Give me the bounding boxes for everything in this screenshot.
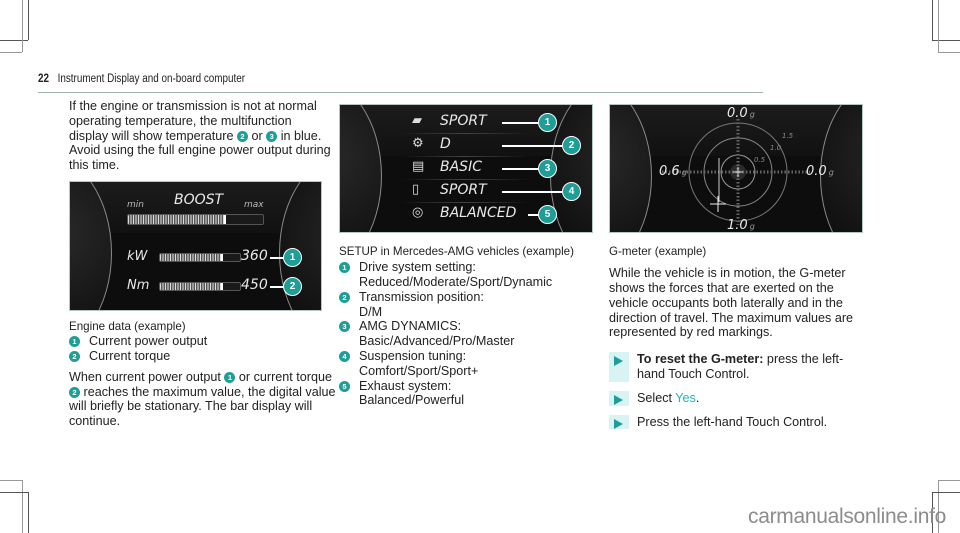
row-separator (400, 202, 530, 203)
callout-1: 1 (538, 113, 557, 132)
crop-mark (0, 40, 28, 41)
callout-3: 3 (538, 159, 557, 178)
instruction-step: Press the left-hand Touch Control. (609, 414, 871, 430)
setup-screen: ▰ SPORT 1 ⚙ D 2 ▤ BASIC 3 ▯ SPORT 4 ◎ BALANCED 5 (339, 104, 593, 233)
g-ring-label-05: 0.5 (754, 156, 766, 164)
power-value: 360 (241, 248, 268, 264)
crop-mark (932, 0, 933, 40)
crop-mark (22, 480, 23, 533)
power-bar (159, 253, 241, 262)
setup-text: SETUP in Mercedes-AMG vehicles (example)… (339, 245, 601, 408)
body-paragraph: While the vehicle is in motion, the G-me… (609, 266, 854, 340)
legend-item: 1 Drive system setting: Reduced/Moderate/S… (339, 260, 601, 290)
crop-mark (938, 52, 960, 53)
setup-value: BASIC (440, 159, 482, 175)
torque-bar-fill (160, 283, 223, 290)
g-bottom-value: 1.0 g (727, 218, 755, 233)
g-ring-label-10: 1.0 (770, 144, 782, 152)
exhaust-icon: ◎ (412, 205, 424, 220)
callout-1: 1 (283, 248, 302, 267)
callout-2: 2 (562, 136, 581, 155)
crop-mark (0, 52, 22, 53)
crop-mark (0, 480, 22, 481)
ref-badge: 2 (237, 130, 248, 142)
column-engine-data: If the engine or transmission is not at … (69, 99, 331, 173)
figure-caption: SETUP in Mercedes-AMG vehicles (example) (339, 245, 574, 258)
crop-mark (22, 0, 23, 52)
step-arrow-icon (609, 390, 629, 406)
legend-item: 1 Current power output (69, 334, 337, 349)
g-meter-text: G-meter (example) While the vehicle is i… (609, 245, 871, 438)
legend-item: 5 Exhaust system: Balanced/Powerful (339, 379, 601, 409)
gears-icon: ⚙ (412, 136, 424, 151)
torque-unit: Nm (127, 278, 150, 293)
instruction-step: To reset the G-meter: press the left-han… (609, 352, 871, 382)
yes-option: Yes (675, 390, 696, 405)
legend-item: 4 Suspension tuning: Comfort/Sport/Sport+ (339, 349, 601, 379)
engine-data-text: Engine data (example) 1 Current power out… (69, 320, 337, 429)
power-unit: kW (127, 249, 148, 264)
g-top-value: 0.0 g (727, 106, 755, 121)
legend-item: 2 Current torque (69, 349, 337, 364)
setup-value: SPORT (440, 113, 487, 129)
step-arrow-icon (609, 414, 629, 430)
intro-paragraph: If the engine or transmission is not at … (69, 99, 331, 173)
crop-mark (938, 0, 939, 52)
crop-mark (28, 0, 29, 40)
figure-caption: G-meter (example) (609, 245, 707, 258)
g-meter-screen: 1.5 1.0 0.5 0.0 g 0.6 g 0.0 g 1.0 g (609, 104, 863, 233)
setup-value: SPORT (440, 182, 487, 198)
row-separator (400, 133, 530, 134)
suspension-icon: ▯ (412, 182, 420, 197)
crop-mark (0, 492, 28, 493)
setup-value: BALANCED (440, 205, 517, 221)
watermark: carmanualsonline.info (748, 505, 946, 528)
callout-4: 4 (562, 182, 581, 201)
crop-mark (932, 492, 960, 493)
callout-5: 5 (538, 205, 557, 224)
torque-value: 450 (241, 277, 268, 293)
legend-item: 2 Transmission position: D/M (339, 290, 601, 320)
crop-mark (932, 40, 960, 41)
torque-bar (159, 282, 241, 291)
min-label: min (127, 200, 144, 210)
g-left-value: 0.6 g (659, 164, 687, 179)
boost-bar-fill (128, 215, 226, 224)
g-right-value: 0.0 g (806, 164, 834, 179)
amg-dynamics-icon: ▤ (412, 159, 425, 174)
engine-data-screen: BOOST min max kW 360 1 Nm 450 2 (69, 181, 322, 311)
step-arrow-icon (609, 352, 629, 382)
boost-bar (127, 214, 264, 225)
body-paragraph: When current power output 1 or current t… (69, 369, 336, 429)
crop-mark (938, 480, 960, 481)
instruction-steps: To reset the G-meter: press the left-han… (609, 352, 871, 430)
page-number: 22 (38, 73, 50, 85)
callout-2: 2 (283, 277, 302, 296)
max-label: max (244, 200, 264, 210)
crop-mark (28, 492, 29, 533)
row-separator (400, 179, 530, 180)
g-ring-label-15: 1.5 (782, 132, 794, 140)
section-title: Instrument Display and on-board computer (57, 73, 246, 85)
legend-item: 3 AMG DYNAMICS: Basic/Advanced/Pro/Master (339, 319, 601, 349)
page-header: 22 Instrument Display and on-board comput… (38, 73, 763, 93)
row-separator (400, 156, 530, 157)
power-bar-fill (160, 254, 223, 261)
boost-label: BOOST (174, 192, 224, 208)
figure-caption: Engine data (example) (69, 320, 186, 333)
ref-badge: 3 (266, 130, 278, 142)
instruction-step: Select Yes. (609, 390, 871, 406)
engine-icon: ▰ (412, 113, 422, 128)
setup-value: D (440, 136, 451, 152)
